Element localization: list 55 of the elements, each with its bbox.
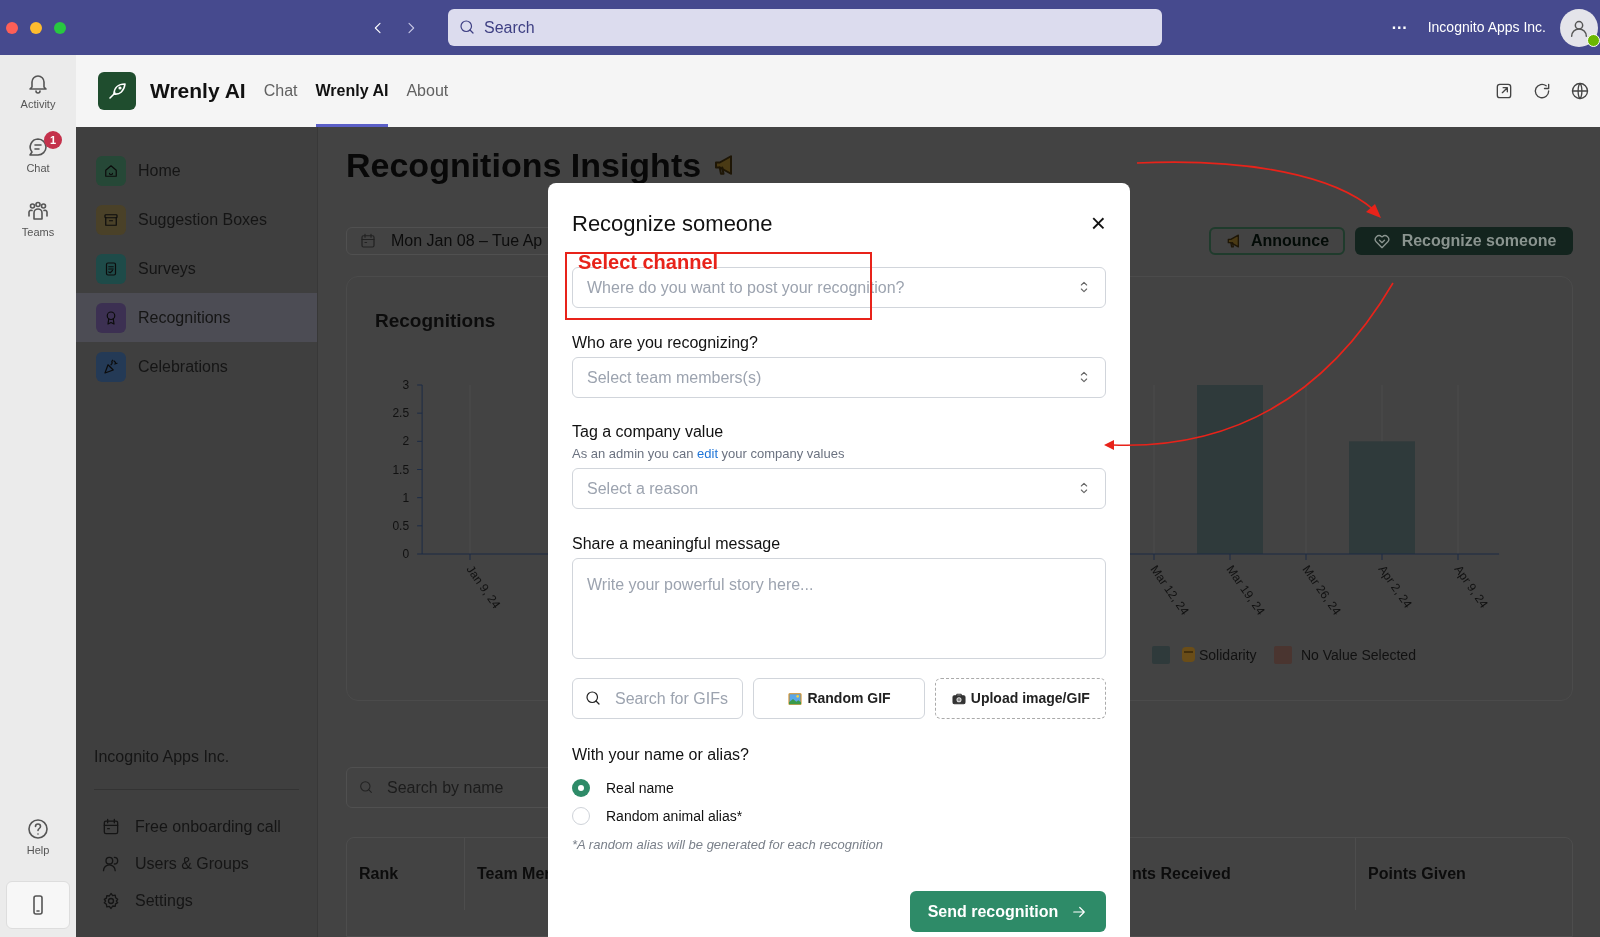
avatar[interactable] — [1560, 8, 1598, 47]
chart-title: Recognitions — [375, 309, 496, 333]
close-window-button[interactable] — [6, 21, 18, 34]
account-name: Incognito Apps Inc. — [1427, 18, 1546, 37]
rail-item[interactable]: Activity — [6, 63, 70, 119]
help-text: As an admin you can edit your company values — [572, 445, 846, 463]
rail-item[interactable]: Teams — [6, 191, 70, 247]
people-icon — [26, 199, 50, 223]
more-button[interactable]: ··· — [1391, 15, 1408, 40]
radio-label: Real name — [606, 778, 674, 798]
search-icon — [358, 779, 374, 795]
field-label: Share a meaningful message — [572, 534, 782, 554]
edit-link[interactable]: edit — [697, 446, 718, 461]
chat-icon — [26, 135, 50, 159]
field-label: With your name or alias? — [572, 745, 750, 765]
zoom-window-button[interactable] — [54, 21, 66, 34]
random-gif-button[interactable]: Random GIF — [753, 678, 925, 719]
rail-item[interactable]: Chat 1 — [6, 127, 70, 183]
minimize-window-button[interactable] — [30, 21, 42, 34]
app-name: Wrenly AI — [150, 78, 246, 105]
upload-button[interactable]: Upload image/GIF — [934, 678, 1106, 719]
image-icon — [787, 690, 804, 707]
column-header: Rank — [359, 864, 399, 884]
send-button[interactable]: Send recognition — [910, 891, 1106, 932]
members-select[interactable]: Select team members(s) — [572, 357, 1106, 398]
reason-select[interactable]: Select a reason — [572, 468, 1106, 509]
search-field[interactable]: Search — [448, 9, 1162, 46]
pop-out-icon[interactable] — [1494, 81, 1514, 101]
help-icon — [26, 817, 50, 841]
party-popper-icon — [102, 357, 120, 376]
radio-label: Random animal alias* — [606, 806, 743, 826]
recognize-button[interactable]: Recognize someone — [1355, 227, 1573, 255]
notification-badge: 1 — [44, 131, 62, 149]
field-label: Tag a company value — [572, 422, 725, 442]
column-header: Points Given — [1368, 864, 1466, 884]
status-badge — [1587, 33, 1600, 47]
column-header: nts Received — [1132, 864, 1231, 884]
field-label: Who are you recognizing? — [572, 333, 759, 353]
message-field[interactable]: Write your powerful story here... — [572, 558, 1106, 659]
settings-icon — [101, 890, 121, 911]
close-button[interactable]: × — [1090, 210, 1106, 236]
globe-icon[interactable] — [1570, 81, 1590, 101]
calendar-icon — [359, 232, 377, 250]
refresh-icon[interactable] — [1532, 81, 1552, 101]
tab[interactable]: About — [406, 55, 449, 127]
gif-search-field[interactable]: Search for GIFs — [572, 678, 744, 719]
footnote: *A random alias will be generated for each recognition — [572, 836, 884, 854]
search-icon — [458, 18, 476, 36]
rail-item[interactable]: Help — [6, 809, 70, 865]
radio-button[interactable] — [572, 779, 590, 797]
tab[interactable]: Chat — [263, 55, 298, 127]
mobile-button[interactable] — [6, 881, 70, 929]
calendar-icon — [101, 816, 121, 837]
search-icon — [584, 689, 602, 707]
page-title: Recognitions Insights — [346, 145, 702, 185]
